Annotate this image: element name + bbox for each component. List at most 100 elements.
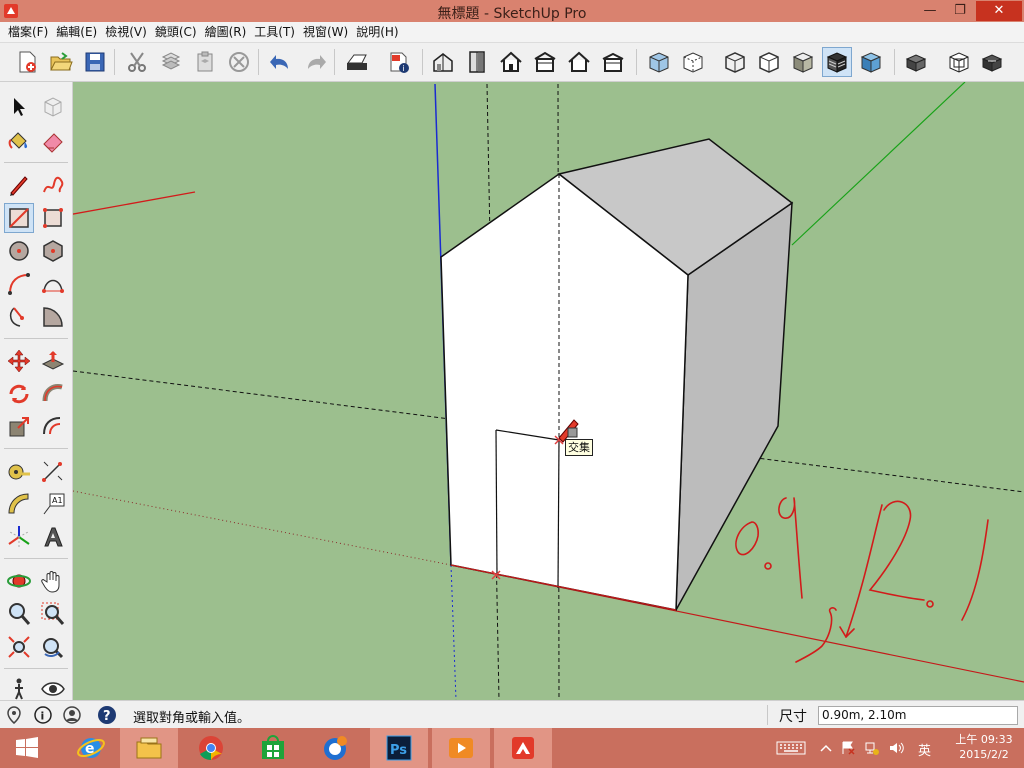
tape-measure-icon[interactable] <box>4 456 34 486</box>
menu-bar: 檔案(F) 編輯(E) 檢視(V) 鏡頭(C) 繪圖(R) 工具(T) 視窗(W) 說明(H) <box>0 22 1024 43</box>
monochrome-icon[interactable] <box>856 47 886 77</box>
section-fill-icon[interactable] <box>978 47 1008 77</box>
paste-icon[interactable] <box>190 47 220 77</box>
rotate-icon[interactable] <box>4 379 34 409</box>
help-icon[interactable]: ? <box>97 705 117 725</box>
zoom-window-icon[interactable] <box>38 599 68 629</box>
measurements-label: 尺寸 <box>779 709 807 725</box>
copy-icon[interactable] <box>156 47 186 77</box>
keyboard-icon[interactable] <box>776 740 806 756</box>
media-player-icon[interactable] <box>432 728 490 768</box>
ime-indicator[interactable]: 英 <box>918 740 931 759</box>
cut-icon[interactable] <box>122 47 152 77</box>
open-icon[interactable] <box>46 47 76 77</box>
two-point-arc-icon[interactable] <box>38 269 68 299</box>
menu-camera[interactable]: 鏡頭(C) <box>151 22 201 42</box>
close-button[interactable]: ✕ <box>976 1 1022 21</box>
save-icon[interactable] <box>80 47 110 77</box>
polygon-icon[interactable] <box>38 236 68 266</box>
clock[interactable]: 上午 09:33 2015/2/2 <box>944 732 1024 762</box>
network-icon[interactable] <box>864 740 880 756</box>
section-cut-icon[interactable] <box>944 47 974 77</box>
right-view-icon[interactable] <box>530 47 560 77</box>
rotated-rectangle-icon[interactable] <box>38 203 68 233</box>
menu-view[interactable]: 檢視(V) <box>101 22 151 42</box>
menu-help[interactable]: 說明(H) <box>352 22 402 42</box>
left-view-icon[interactable] <box>598 47 628 77</box>
pie-icon[interactable] <box>38 302 68 332</box>
circle-icon[interactable] <box>4 236 34 266</box>
move-icon[interactable] <box>4 346 34 376</box>
photoshop-icon[interactable]: Ps <box>370 728 428 768</box>
axes-icon[interactable] <box>4 522 34 552</box>
offset-icon[interactable] <box>38 412 68 442</box>
follow-me-icon[interactable] <box>38 379 68 409</box>
arc-icon[interactable] <box>4 269 34 299</box>
zoom-icon[interactable] <box>4 599 34 629</box>
menu-draw[interactable]: 繪圖(R) <box>201 22 251 42</box>
new-icon[interactable] <box>12 47 42 77</box>
freehand-icon[interactable] <box>38 170 68 200</box>
eraser-icon[interactable] <box>38 126 68 156</box>
menu-edit[interactable]: 編輯(E) <box>52 22 101 42</box>
action-center-icon[interactable] <box>840 740 856 756</box>
rectangle-icon[interactable] <box>4 203 34 233</box>
shaded-icon[interactable] <box>788 47 818 77</box>
chrome-icon[interactable] <box>182 728 240 768</box>
previous-view-icon[interactable] <box>38 632 68 662</box>
back-view-icon[interactable] <box>564 47 594 77</box>
orbit-icon[interactable] <box>4 566 34 596</box>
three-point-arc-icon[interactable] <box>4 302 34 332</box>
windows-start-icon[interactable] <box>0 728 54 768</box>
line-icon[interactable] <box>4 170 34 200</box>
annotation-arrow-line <box>73 191 196 215</box>
measurements-box[interactable]: 0.90m, 2.10m <box>818 706 1018 725</box>
restore-button[interactable]: ❐ <box>946 1 974 21</box>
dimension-icon[interactable] <box>38 456 68 486</box>
print-icon[interactable] <box>342 47 372 77</box>
geo-location-icon[interactable] <box>4 705 24 725</box>
shaded-textures-icon[interactable] <box>822 47 852 77</box>
hidden-line-icon[interactable] <box>754 47 784 77</box>
erase-icon[interactable] <box>224 47 254 77</box>
windows-taskbar: e Ps 英 上午 09:33 2015/2/2 <box>0 728 1024 768</box>
front-view-icon[interactable] <box>496 47 526 77</box>
iso-view-icon[interactable] <box>428 47 458 77</box>
top-view-icon[interactable] <box>462 47 492 77</box>
menu-window[interactable]: 視窗(W) <box>299 22 352 42</box>
undo-icon[interactable] <box>266 47 296 77</box>
component-icon[interactable] <box>38 92 68 122</box>
pan-icon[interactable] <box>38 566 68 596</box>
volume-icon[interactable] <box>888 740 904 756</box>
push-pull-icon[interactable] <box>38 346 68 376</box>
file-explorer-icon[interactable] <box>120 728 178 768</box>
model-info-icon[interactable]: i <box>384 47 414 77</box>
select-icon[interactable] <box>4 92 34 122</box>
messenger-icon[interactable] <box>306 728 364 768</box>
credits-icon[interactable]: i <box>33 705 53 725</box>
zoom-extents-icon[interactable] <box>4 632 34 662</box>
sketchup-icon[interactable] <box>494 728 552 768</box>
redo-icon[interactable] <box>300 47 330 77</box>
3d-text-icon[interactable] <box>38 522 68 552</box>
protractor-icon[interactable] <box>4 489 34 519</box>
scale-icon[interactable] <box>4 412 34 442</box>
menu-tools[interactable]: 工具(T) <box>250 22 299 42</box>
xray-icon[interactable] <box>644 47 674 77</box>
green-axis <box>791 82 966 246</box>
window-title: 無標題 - SketchUp Pro <box>437 6 587 22</box>
user-account-icon[interactable] <box>62 705 82 725</box>
menu-file[interactable]: 檔案(F) <box>4 22 52 42</box>
text-icon[interactable]: A1 <box>38 489 68 519</box>
minimize-button[interactable]: — <box>916 1 944 21</box>
store-icon[interactable] <box>244 728 302 768</box>
wireframe-icon[interactable] <box>720 47 750 77</box>
model-canvas[interactable] <box>73 82 1024 700</box>
drawing-viewport[interactable]: 交集 <box>73 82 1024 700</box>
section-plane-icon[interactable] <box>902 47 932 77</box>
show-hidden-icons-icon[interactable] <box>818 740 834 756</box>
internet-explorer-icon[interactable]: e <box>62 728 120 768</box>
back-edges-icon[interactable] <box>678 47 708 77</box>
red-axis-dotted <box>73 490 452 566</box>
paint-bucket-icon[interactable] <box>4 126 34 156</box>
